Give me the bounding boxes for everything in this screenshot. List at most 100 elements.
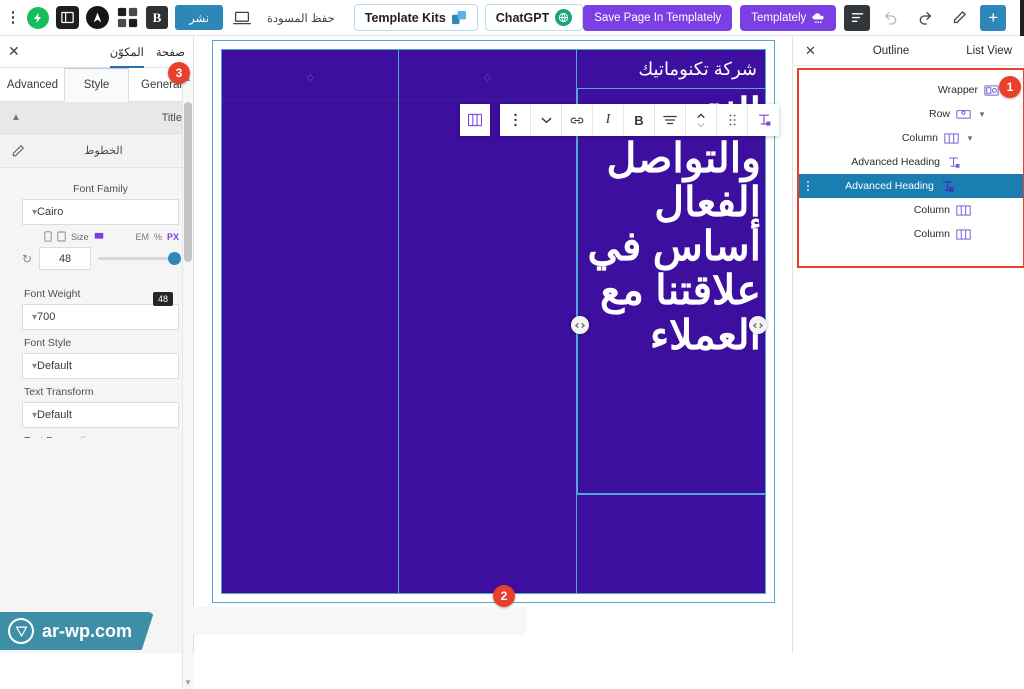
columns-icon[interactable] — [460, 104, 490, 136]
templately-button[interactable]: Templately — [740, 4, 837, 31]
font-size-input[interactable] — [39, 247, 92, 270]
font-weight-value: 700 — [37, 311, 56, 323]
wordpress-logo-icon[interactable] — [1020, 0, 1024, 36]
element-floating-toolbar[interactable]: I B — [500, 104, 779, 136]
font-style-label: Font Style — [24, 337, 72, 349]
style-subtabs: General Style Advanced — [0, 68, 193, 102]
section-title-header[interactable]: Title ▲ — [0, 102, 193, 134]
left-settings-panel: صفحة المكوّن ✕ General Style Advanced Ti… — [0, 36, 194, 689]
tree-item-advanced-heading-1[interactable]: Advanced Heading — [799, 150, 1023, 174]
italic-icon[interactable]: I — [593, 104, 624, 136]
font-family-select[interactable]: Cairo ▾ — [22, 199, 179, 225]
edit-pencil-icon[interactable] — [11, 144, 25, 158]
close-icon[interactable]: ✕ — [805, 43, 816, 59]
template-kits-button[interactable]: Template Kits — [353, 4, 478, 31]
unit-px[interactable]: PX — [167, 232, 179, 242]
tab-advanced[interactable]: Advanced — [0, 68, 64, 101]
astra-icon[interactable] — [86, 6, 109, 29]
bold-icon[interactable]: B — [624, 104, 655, 136]
resize-handle-left[interactable] — [571, 316, 589, 334]
font-size-tooltip: 48 — [152, 292, 173, 306]
column-handle-icon[interactable]: ◇ — [305, 72, 315, 82]
device-mobile-icon[interactable] — [44, 231, 52, 242]
font-style-select[interactable]: Default ▾ — [22, 353, 179, 379]
company-heading[interactable]: شركة تكنوماتيك — [577, 50, 765, 81]
tree-label: Column — [913, 228, 950, 240]
column-footer-area[interactable] — [576, 494, 765, 530]
chatgpt-button[interactable]: ChatGPT — [484, 4, 584, 31]
font-size-slider[interactable] — [98, 252, 181, 265]
tab-page[interactable]: صفحة — [156, 45, 185, 59]
reset-icon[interactable]: ↻ — [22, 252, 32, 266]
heading-type-icon[interactable] — [748, 104, 779, 136]
editor-canvas[interactable]: ◇ ◇ شركة تكنوماتيك الثقة والتواصل الفعال… — [194, 36, 792, 653]
preview-device-icon[interactable] — [230, 6, 254, 29]
save-page-in-templately-button[interactable]: Save Page In Templately — [583, 4, 733, 31]
outline-title: Outline — [872, 44, 910, 57]
templately-cloud-icon — [811, 12, 825, 24]
chevron-down-icon[interactable]: ▾ — [965, 133, 975, 144]
canvas-frame[interactable]: ◇ ◇ شركة تكنوماتيك الثقة والتواصل الفعال… — [212, 40, 779, 603]
tab-component[interactable]: المكوّن — [109, 45, 144, 68]
template-kits-label: Template Kits — [364, 10, 446, 25]
badge-marker-3: 3 — [168, 62, 190, 84]
tree-item-advanced-heading-2-selected[interactable]: Advanced Heading — [799, 174, 1023, 198]
close-icon[interactable]: ✕ — [8, 43, 20, 60]
chevron-down-icon: ▾ — [32, 409, 38, 421]
left-panel-header: صفحة المكوّن ✕ — [0, 36, 193, 68]
align-icon[interactable] — [655, 104, 686, 136]
unit-percent[interactable]: % — [154, 232, 162, 242]
tab-style[interactable]: Style — [64, 68, 129, 102]
left-panel-scrollbar[interactable]: ▲ ▼ — [182, 72, 193, 689]
scroll-down-arrow-icon[interactable]: ▼ — [184, 678, 192, 687]
font-weight-select[interactable]: 700 ▾ — [22, 304, 179, 330]
save-draft-link[interactable]: حفظ المسودة — [261, 11, 347, 25]
add-block-icon[interactable]: + — [980, 4, 1007, 31]
canvas-bottom-strip — [186, 607, 526, 635]
toolbar-right-group: Save Page In Templately Templately + — [583, 0, 1024, 36]
watermark-text: ar-wp.com — [42, 620, 133, 641]
blocks-icon[interactable] — [116, 6, 139, 29]
column-handle-icon[interactable]: ◇ — [483, 72, 493, 82]
style-fields-scroll-area[interactable]: Font Family Cairo ▾ Size EM % PX ↻ 48 48… — [0, 168, 193, 438]
resize-handle-right[interactable] — [749, 316, 767, 334]
slider-knob[interactable] — [168, 252, 181, 265]
document-overview-icon[interactable] — [844, 4, 871, 31]
tree-item-wrapper[interactable]: Wrapper — [799, 78, 1023, 102]
tree-item-column-3[interactable]: Column — [799, 222, 1023, 246]
fonts-row[interactable]: الخطوط — [0, 134, 193, 168]
chevron-down-icon[interactable]: ▾ — [977, 109, 987, 120]
more-options-icon[interactable] — [500, 104, 531, 136]
canvas-column-1[interactable]: ◇ — [222, 50, 400, 593]
link-icon[interactable] — [562, 104, 593, 136]
kebab-menu-icon[interactable] — [6, 5, 20, 31]
tree-item-column-1[interactable]: Column ▾ — [799, 126, 1023, 150]
size-label: Size — [71, 231, 89, 242]
publish-button[interactable]: نشر — [175, 5, 223, 30]
move-up-down-icon[interactable] — [686, 104, 717, 136]
elementor-speed-icon[interactable] — [27, 6, 49, 29]
drag-handle-icon[interactable] — [807, 181, 809, 191]
edit-pencil-icon[interactable] — [946, 5, 972, 31]
chevron-down-icon[interactable] — [531, 104, 562, 136]
drag-handle-icon[interactable] — [717, 104, 748, 136]
sidebar-toggle-icon[interactable] — [56, 6, 79, 29]
tree-item-row[interactable]: Row ▾ — [799, 102, 1023, 126]
redo-icon[interactable] — [912, 5, 938, 31]
row-icon — [956, 108, 971, 120]
tree-item-column-2[interactable]: Column — [799, 198, 1023, 222]
bricks-builder-icon[interactable]: B — [146, 6, 168, 29]
outline-tree[interactable]: Wrapper Row ▾ Column ▾ Advanced Heading … — [797, 68, 1024, 268]
list-view-tab[interactable]: List View — [966, 45, 1012, 57]
unit-em[interactable]: EM — [135, 232, 149, 242]
badge-marker-1: 1 — [999, 76, 1021, 98]
device-tablet-icon[interactable] — [57, 231, 66, 242]
outline-panel-header: ✕ Outline List View — [793, 36, 1024, 66]
left-panel-scrollbar-thumb[interactable] — [184, 102, 192, 262]
template-kits-icon — [451, 10, 467, 25]
text-transform-select[interactable]: Default ▾ — [22, 402, 179, 428]
undo-icon[interactable] — [878, 5, 904, 31]
selected-heading-block[interactable]: الثقة والتواصل الفعال أساس في علاقتنا مع… — [576, 88, 765, 495]
device-desktop-icon[interactable] — [94, 232, 104, 241]
text-transform-label: Text Transform — [24, 386, 94, 398]
